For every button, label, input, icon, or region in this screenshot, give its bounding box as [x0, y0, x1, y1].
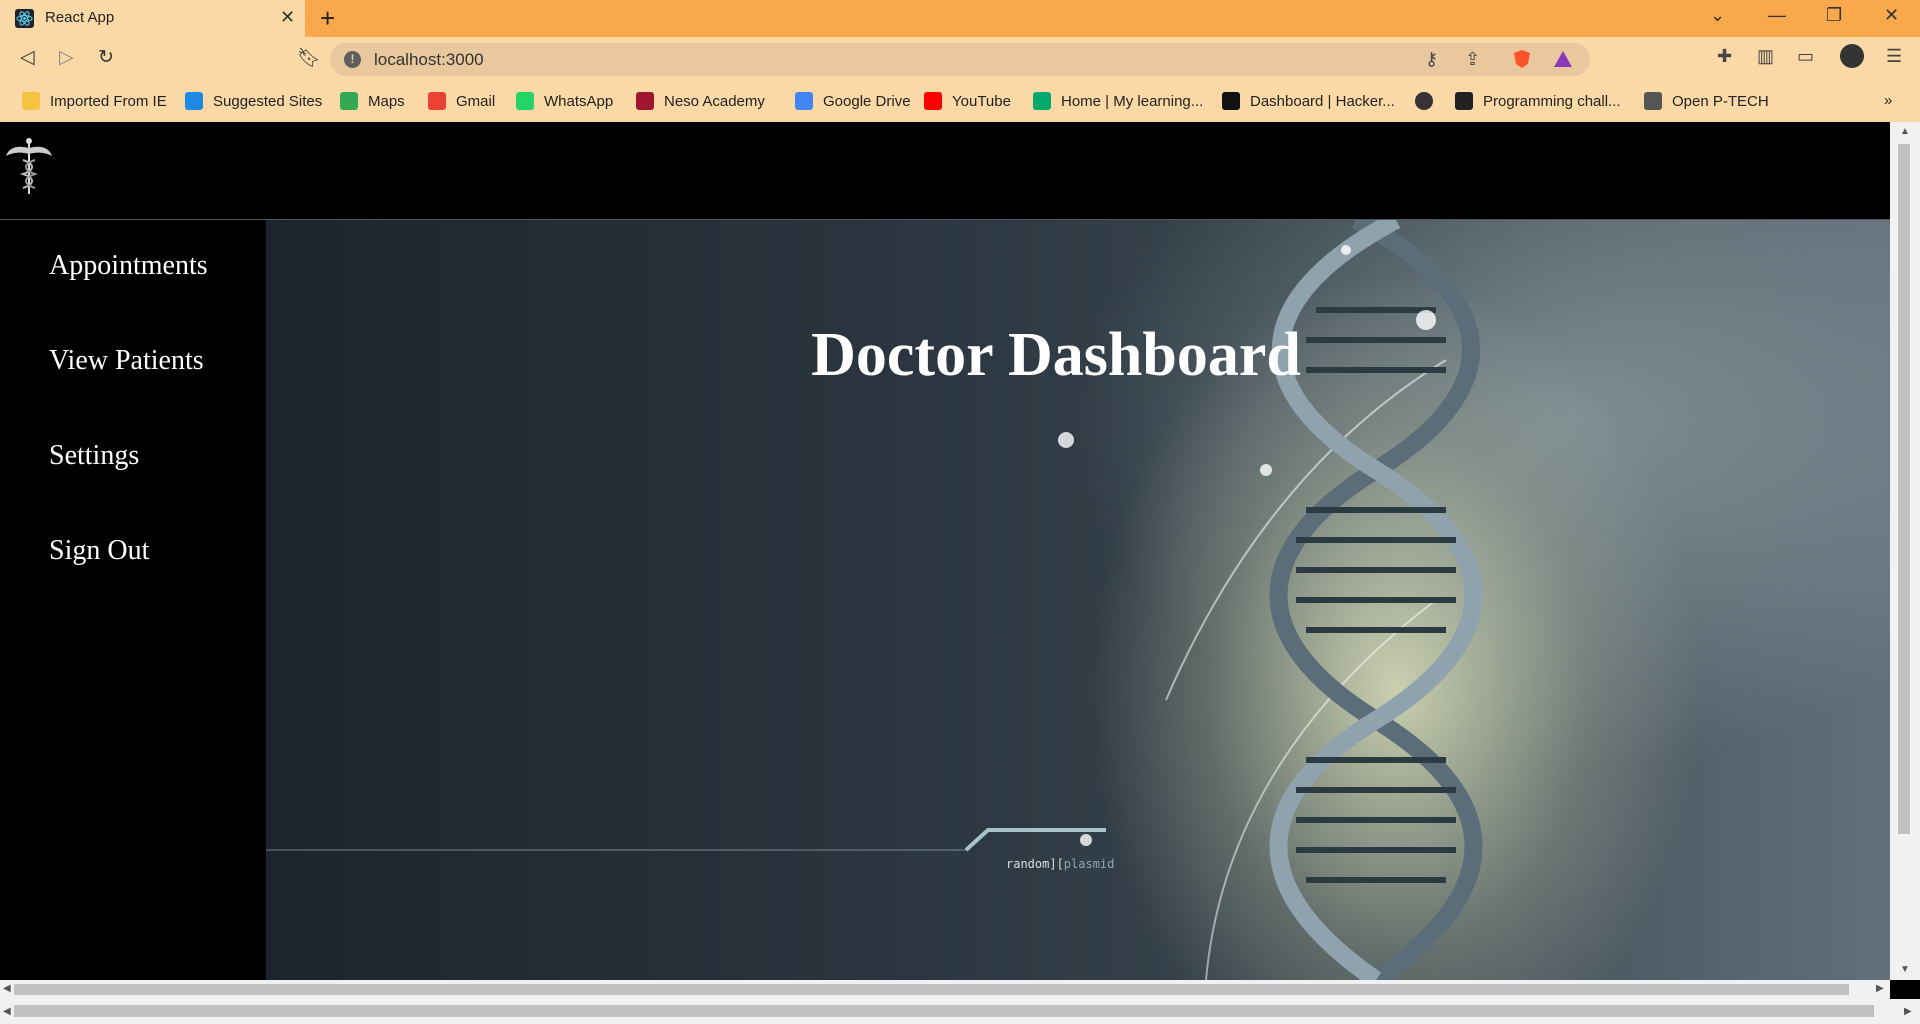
window-close-icon[interactable]: ✕ — [1884, 5, 1899, 26]
sidebar-toggle-icon[interactable]: ▥ — [1757, 46, 1774, 67]
wallet-icon[interactable]: ▭ — [1797, 46, 1814, 67]
bookmark-6[interactable]: Google Drive — [795, 92, 911, 110]
bing-icon — [185, 92, 203, 110]
minimize-icon[interactable]: — — [1768, 5, 1786, 26]
address-bar[interactable]: ! localhost:3000 ⚷ ⇪ — [330, 43, 1590, 76]
bookmark-label: Gmail — [456, 93, 496, 110]
dna-hero-background: Doctor Dashboard random][plasmid — [266, 220, 1890, 980]
gmail-icon — [428, 92, 446, 110]
nav-settings[interactable]: Settings — [49, 440, 139, 472]
bookmark-0[interactable]: Imported From IE — [22, 92, 167, 110]
vertical-scroll-thumb[interactable] — [1898, 144, 1910, 834]
browser-tab-bar: React App ✕ + ⌄ — ❐ ✕ — [0, 0, 1920, 37]
site-info-icon[interactable]: ! — [344, 51, 361, 68]
drive-icon — [795, 92, 813, 110]
nav-appointments[interactable]: Appointments — [49, 250, 208, 282]
whatsapp-icon — [516, 92, 534, 110]
bookmark-8[interactable]: Home | My learning... — [1033, 92, 1203, 110]
back-icon[interactable]: ◁ — [20, 46, 35, 69]
url-text: localhost:3000 — [374, 50, 484, 69]
brave-rewards-icon[interactable] — [1553, 49, 1573, 69]
bookmark-label: Google Drive — [823, 93, 911, 110]
bookmark-icon[interactable]: 🔖︎ — [297, 46, 321, 70]
watermark-right: plasmid — [1063, 857, 1115, 871]
nav-sign-out[interactable]: Sign Out — [49, 535, 149, 567]
reload-icon[interactable]: ↻ — [98, 46, 114, 69]
bookmark-12[interactable]: Open P-TECH — [1644, 92, 1769, 110]
vertical-scrollbar[interactable]: ▲ ▼ — [1890, 122, 1920, 980]
window-horizontal-scrollbar[interactable]: ◀ ▶ — [0, 999, 1920, 1024]
bookmark-label: Neso Academy — [664, 93, 765, 110]
tab-close-icon[interactable]: ✕ — [280, 7, 295, 28]
bookmark-2[interactable]: Maps — [340, 92, 405, 110]
youtube-icon — [924, 92, 942, 110]
ptech-icon — [1644, 92, 1662, 110]
hackerrank-icon — [1222, 92, 1240, 110]
bookmark-11[interactable]: Programming chall... — [1455, 92, 1621, 110]
key-icon[interactable]: ⚷ — [1425, 49, 1438, 70]
browser-tab[interactable]: React App ✕ — [0, 0, 305, 37]
bookmark-label: Imported From IE — [50, 93, 167, 110]
bookmark-label: YouTube — [952, 93, 1011, 110]
profile-avatar[interactable] — [1840, 44, 1864, 68]
globe-icon — [1415, 92, 1433, 110]
app-header — [0, 122, 1890, 220]
page-horizontal-scroll-thumb[interactable] — [14, 984, 1849, 995]
maps-icon — [340, 92, 358, 110]
bookmark-9[interactable]: Dashboard | Hacker... — [1222, 92, 1395, 110]
watermark-left: random][ — [1006, 857, 1064, 871]
extensions-icon[interactable]: ✚ — [1717, 46, 1732, 67]
window-horizontal-scroll-thumb[interactable] — [14, 1005, 1874, 1017]
window-scroll-right-icon[interactable]: ▶ — [1904, 1006, 1912, 1017]
more-bookmarks-icon[interactable]: » — [1884, 92, 1892, 109]
browser-toolbar: ◁ ▷ ↻ 🔖︎ ! localhost:3000 ⚷ ⇪ ✚ ▥ ▭ ☰ — [0, 37, 1920, 83]
bookmark-label: Open P-TECH — [1672, 93, 1769, 110]
bookmark-1[interactable]: Suggested Sites — [185, 92, 322, 110]
page-title: Doctor Dashboard — [811, 321, 1301, 389]
forward-icon[interactable]: ▷ — [59, 46, 74, 69]
restore-icon[interactable]: ❐ — [1826, 5, 1842, 26]
bookmark-4[interactable]: WhatsApp — [516, 92, 613, 110]
window-scroll-left-icon[interactable]: ◀ — [3, 1006, 11, 1017]
bookmark-label: Home | My learning... — [1061, 93, 1204, 110]
bookmarks-bar: Imported From IE Suggested Sites Maps Gmail… — [0, 83, 1920, 122]
scroll-right-icon[interactable]: ▶ — [1876, 983, 1884, 994]
neso-icon — [636, 92, 654, 110]
page-horizontal-scrollbar[interactable]: ◀ ▶ — [0, 980, 1890, 999]
image-watermark: random][plasmid — [1006, 857, 1114, 871]
react-icon — [15, 9, 34, 28]
tab-title: React App — [45, 9, 115, 26]
nav-view-patients[interactable]: View Patients — [49, 345, 204, 377]
scroll-down-icon[interactable]: ▼ — [1900, 964, 1910, 975]
web-page: Appointments View Patients Settings Sign… — [0, 122, 1890, 980]
bookmark-label: Programming chall... — [1483, 93, 1621, 110]
menu-icon[interactable]: ☰ — [1886, 46, 1902, 67]
bookmark-label: Suggested Sites — [213, 93, 323, 110]
folder-icon — [22, 92, 40, 110]
tab-search-chevron-icon[interactable]: ⌄ — [1710, 5, 1725, 26]
scroll-left-icon[interactable]: ◀ — [3, 983, 11, 994]
bookmark-3[interactable]: Gmail — [428, 92, 495, 110]
bookmark-10[interactable] — [1415, 92, 1443, 110]
new-tab-icon[interactable]: + — [320, 3, 335, 34]
brave-shield-icon[interactable] — [1512, 49, 1532, 69]
scroll-up-icon[interactable]: ▲ — [1900, 126, 1910, 137]
caduceus-logo-icon — [6, 138, 52, 194]
bookmark-5[interactable]: Neso Academy — [636, 92, 765, 110]
bookmark-label: Dashboard | Hacker... — [1250, 93, 1395, 110]
share-icon[interactable]: ⇪ — [1465, 49, 1480, 70]
bookmark-7[interactable]: YouTube — [924, 92, 1011, 110]
bookmark-label: Maps — [368, 93, 405, 110]
h-icon — [1455, 92, 1473, 110]
w3-icon — [1033, 92, 1051, 110]
bookmark-label: WhatsApp — [544, 93, 614, 110]
sidebar-nav: Appointments View Patients Settings Sign… — [0, 220, 266, 980]
